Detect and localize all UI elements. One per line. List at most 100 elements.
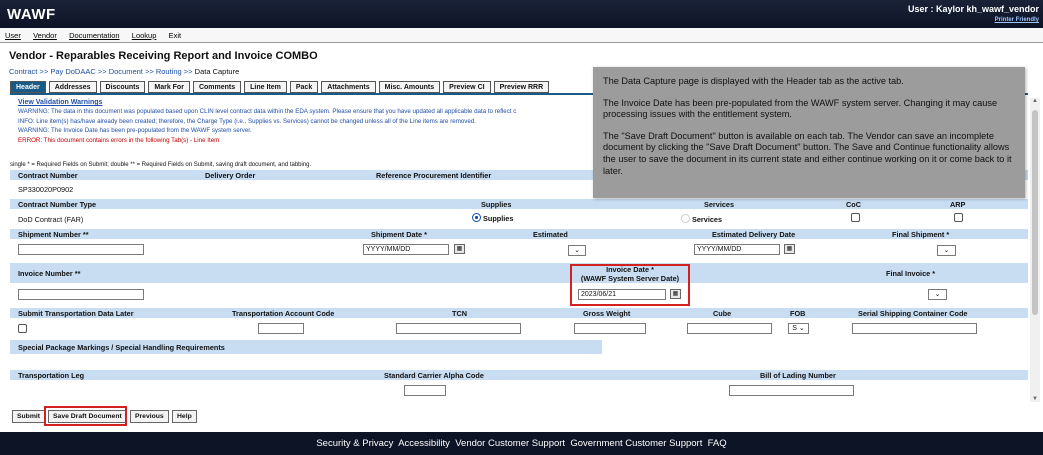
final-shipment-select[interactable]: ⌄ — [937, 245, 956, 256]
invoice-date-highlight — [570, 264, 690, 306]
tab-attachments[interactable]: Attachments — [321, 81, 376, 93]
invoice-number-label: Invoice Number ** — [18, 269, 81, 278]
callout-text-1: The Data Capture page is displayed with … — [603, 76, 904, 86]
supplies-label: Supplies — [481, 200, 512, 209]
cube-input[interactable] — [687, 323, 772, 334]
fob-label: FOB — [790, 309, 806, 318]
breadcrumb-sep: >> — [183, 67, 193, 76]
est-delivery-date-input[interactable]: YYYY/MM/DD — [694, 244, 780, 255]
menu-bar: User Vendor Documentation Lookup Exit — [0, 28, 1043, 43]
submit-transport-checkbox[interactable] — [18, 324, 27, 333]
carrier-alpha-input[interactable] — [404, 385, 446, 396]
breadcrumb-routing[interactable]: Routing — [156, 67, 182, 76]
transport-account-label: Transportation Account Code — [232, 309, 335, 318]
tab-preview-ci[interactable]: Preview CI — [443, 81, 491, 93]
printer-friendly-link[interactable]: Printer Friendly — [995, 17, 1039, 23]
submit-button[interactable]: Submit — [12, 410, 46, 423]
menu-user[interactable]: User — [0, 28, 26, 43]
calendar-icon[interactable]: ▦ — [784, 244, 795, 254]
tab-addresses[interactable]: Addresses — [48, 81, 97, 93]
estimated-select[interactable]: ⌄ — [568, 245, 586, 256]
footer-vendor-support-link[interactable]: Vendor Customer Support — [455, 438, 565, 449]
fob-select[interactable]: S ⌄ — [788, 323, 809, 334]
breadcrumb-document[interactable]: Document — [109, 67, 143, 76]
header-row-invoice — [10, 263, 1028, 283]
previous-button[interactable]: Previous — [130, 410, 169, 423]
arp-label: ARP — [950, 200, 966, 209]
menu-lookup[interactable]: Lookup — [127, 28, 162, 43]
supplies-radio[interactable] — [472, 213, 481, 222]
ref-proc-label: Reference Procurement Identifier — [376, 171, 492, 180]
page: WAWF User : Kaylor kh_wawf_vendor Printe… — [0, 0, 1043, 455]
tcn-label: TCN — [452, 309, 467, 318]
tab-preview-rrr[interactable]: Preview RRR — [493, 81, 550, 93]
menu-exit[interactable]: Exit — [164, 28, 187, 43]
arp-checkbox[interactable] — [954, 213, 963, 222]
scrollbar[interactable]: ▲ ▼ — [1030, 98, 1040, 402]
footer-gov-support-link[interactable]: Government Customer Support — [570, 438, 702, 449]
footer-faq-link[interactable]: FAQ — [708, 438, 727, 449]
serial-container-input[interactable] — [852, 323, 977, 334]
carrier-alpha-label: Standard Carrier Alpha Code — [384, 371, 484, 380]
breadcrumb-sep: >> — [97, 67, 107, 76]
shipment-date-label: Shipment Date * — [371, 230, 427, 239]
services-option-label: Services — [692, 215, 723, 224]
scroll-down-icon[interactable]: ▼ — [1032, 396, 1038, 402]
footer-accessibility-link[interactable]: Accessibility — [398, 438, 450, 449]
bill-of-lading-input[interactable] — [729, 385, 854, 396]
tcn-input[interactable] — [396, 323, 521, 334]
footer-security-link[interactable]: Security & Privacy — [316, 438, 393, 449]
shipment-date-input[interactable]: YYYY/MM/DD — [363, 244, 449, 255]
menu-documentation[interactable]: Documentation — [64, 28, 124, 43]
final-invoice-label: Final Invoice * — [886, 269, 936, 278]
info-message: INFO: Line item(s) has/have already been… — [18, 117, 477, 125]
final-invoice-select[interactable]: ⌄ — [928, 289, 947, 300]
calendar-icon[interactable]: ▦ — [454, 244, 465, 254]
breadcrumb-sep: >> — [39, 67, 49, 76]
header-row-contract-type — [10, 199, 1028, 209]
delivery-order-label: Delivery Order — [205, 171, 256, 180]
services-radio[interactable] — [681, 214, 690, 223]
menu-vendor[interactable]: Vendor — [28, 28, 62, 43]
validation-warnings-link[interactable]: View Validation Warnings — [18, 98, 598, 107]
coc-label: CoC — [846, 200, 861, 209]
instruction-callout: The Data Capture page is displayed with … — [593, 67, 1025, 198]
transport-leg-label: Transportation Leg — [18, 371, 85, 380]
tab-discounts[interactable]: Discounts — [99, 81, 146, 93]
transport-account-input[interactable] — [258, 323, 304, 334]
est-delivery-label: Estimated Delivery Date — [712, 230, 796, 239]
error-message: ERROR: This document contains errors in … — [18, 136, 220, 144]
tab-line-item[interactable]: Line Item — [244, 81, 287, 93]
tab-pack[interactable]: Pack — [289, 81, 319, 93]
scroll-up-icon[interactable]: ▲ — [1032, 98, 1038, 104]
breadcrumb-pay-dodaac[interactable]: Pay DoDAAC — [50, 67, 95, 76]
scroll-thumb[interactable] — [1032, 110, 1038, 315]
required-legend: single * = Required Fields on Submit; do… — [10, 162, 312, 168]
serial-container-label: Serial Shipping Container Code — [858, 309, 968, 318]
tab-comments[interactable]: Comments — [192, 81, 242, 93]
tab-header[interactable]: Header — [10, 81, 46, 93]
cube-label: Cube — [713, 309, 732, 318]
contract-number-label: Contract Number — [18, 171, 78, 180]
tab-misc-amounts[interactable]: Misc. Amounts — [378, 81, 441, 93]
warning-message: WARNING: The Invoice Date has been pre-p… — [18, 127, 252, 135]
invoice-number-input[interactable] — [18, 289, 144, 300]
help-button[interactable]: Help — [172, 410, 197, 423]
header-row-shipment — [10, 229, 1028, 239]
tab-mark-for[interactable]: Mark For — [148, 81, 190, 93]
message-area: View Validation Warnings WARNING: The da… — [18, 98, 598, 145]
header-row-leg — [10, 370, 1028, 380]
contract-number-value: SP330020P0902 — [18, 185, 74, 194]
warning-message: WARNING: The data in this document was p… — [18, 108, 517, 116]
breadcrumb-sep: >> — [144, 67, 154, 76]
callout-text-2: The Invoice Date has been pre-populated … — [603, 97, 998, 120]
coc-checkbox[interactable] — [851, 213, 860, 222]
estimated-label: Estimated — [533, 230, 568, 239]
gross-weight-input[interactable] — [574, 323, 646, 334]
shipment-number-label: Shipment Number ** — [18, 230, 89, 239]
shipment-number-input[interactable] — [18, 244, 144, 255]
breadcrumb-contract[interactable]: Contract — [9, 67, 37, 76]
bill-of-lading-label: Bill of Lading Number — [760, 371, 836, 380]
user-label: User : Kaylor kh_wawf_vendor — [907, 4, 1039, 14]
supplies-option-label: Supplies — [483, 214, 514, 223]
